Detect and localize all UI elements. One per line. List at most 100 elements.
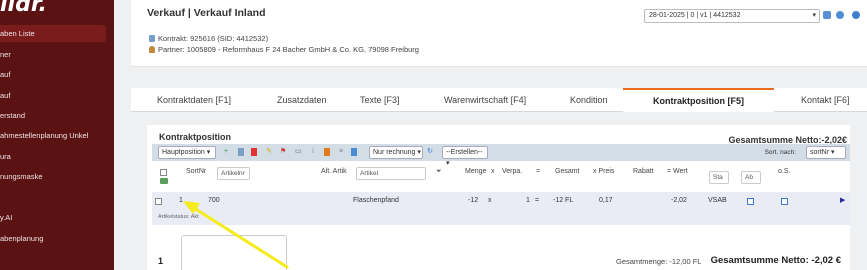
tag-icon[interactable] [324, 148, 330, 156]
filter-icon[interactable]: ⏷ [436, 168, 442, 176]
person-icon [149, 46, 155, 53]
total-quantity: Gesamtmenge: -12,00 FL [616, 257, 702, 266]
row-gesamt: -12 FL [553, 197, 574, 204]
col-eq: = [536, 168, 541, 175]
status-row: Artikelstatus: Akt [152, 211, 850, 225]
artikelnr-filter[interactable]: Artikelnr [217, 167, 250, 180]
app-logo: ildr. [0, 0, 47, 17]
hauptposition-value: Hauptposition [162, 149, 205, 156]
partner-line: Partner: 1005809 - Reformhaus F 24 Bache… [149, 45, 419, 54]
chevron-down-icon: ▾ [812, 12, 816, 19]
sidebar-item[interactable]: nungsmaske [0, 168, 106, 185]
total-net-bottom: Gesamtsumme Netto: -2,02 € [710, 255, 841, 266]
sidebar-item[interactable]: ner [0, 46, 106, 63]
share-icon[interactable] [836, 11, 844, 19]
col-x: x [491, 168, 495, 175]
sort-label: Sort. nach: [764, 149, 796, 156]
position-panel: Kontraktposition Gesamtsumme Netto:-2,02… [147, 125, 850, 270]
tab-kontakt[interactable]: Kontakt [F6] [801, 88, 850, 112]
page-title: Verkauf | Verkauf Inland [147, 7, 266, 19]
comment-icon[interactable]: ▭ [295, 148, 302, 156]
artikel-filter[interactable]: Artikel [356, 167, 426, 180]
excel-icon[interactable] [160, 178, 168, 184]
sidebar-item[interactable]: auf [0, 87, 106, 104]
row-code: VSAB [708, 197, 727, 204]
col-menge: Menge [465, 168, 487, 175]
erstellen-select[interactable]: --Erstellen-- ▾ [442, 146, 488, 167]
sidebar-item[interactable]: abenplanung [0, 230, 106, 247]
version-select-value: 28-01-2025 | 0 | v1 | 4412532 [649, 12, 741, 19]
col-wert: = Wert [667, 168, 688, 175]
add-icon[interactable]: + [223, 148, 229, 156]
contract-icon [149, 35, 155, 42]
tab-zusatzdaten[interactable]: Zusatzdaten [277, 88, 327, 112]
row-x: x [488, 197, 492, 204]
col-sortnr[interactable]: SortNr [186, 168, 206, 175]
contract-line: Kontrakt: 925616 (SID: 4412532) [149, 34, 268, 43]
partner-text: Partner: 1005809 - Reformhaus F 24 Bache… [158, 45, 419, 54]
row-checkbox[interactable] [155, 198, 162, 205]
sidebar-item[interactable]: y.AI [0, 209, 106, 226]
info-icon[interactable]: i [310, 148, 316, 156]
delete-icon[interactable] [251, 148, 257, 156]
memo-textarea[interactable] [181, 235, 287, 270]
sidebar-item[interactable]: ahmestellenplanung Unkel [0, 127, 106, 144]
col-gesamt: Gesamt [555, 168, 580, 175]
version-select[interactable]: 28-01-2025 | 0 | v1 | 4412532 ▾ [644, 9, 820, 23]
status-filter[interactable]: Sta [709, 171, 729, 184]
document-icon[interactable] [351, 148, 357, 156]
ab-placeholder: Ab [745, 174, 753, 181]
row-artikel: Flaschenpfand [353, 197, 399, 204]
copy-icon[interactable] [823, 11, 831, 19]
tab-kontraktdaten[interactable]: Kontraktdaten [F1] [157, 88, 231, 112]
row-wert: -2,02 [671, 197, 687, 204]
page-header: Verkauf | Verkauf Inland Kontrakt: 92561… [131, 0, 867, 67]
sidebar-item[interactable]: erstand [0, 107, 106, 124]
tab-warenwirtschaft[interactable]: Warenwirtschaft [F4] [444, 88, 526, 112]
row-verpa: 1 [526, 197, 530, 204]
sidebar-item[interactable]: auf [0, 66, 106, 83]
section-title: Kontraktposition [159, 132, 231, 142]
nur-rechnung-select[interactable]: Nur rechnung ▾ [369, 146, 423, 159]
hauptposition-select[interactable]: Hauptposition ▾ [158, 146, 216, 159]
tab-bar: Kontraktdaten [F1] Zusatzdaten Texte [F3… [131, 88, 867, 112]
contract-text: Kontrakt: 925616 (SID: 4412532) [158, 34, 269, 43]
sort-select[interactable]: sortNr ▾ [806, 146, 846, 159]
nur-rechnung-value: Nur rechnung [373, 149, 416, 156]
col-verpa: Verpa. [502, 168, 523, 175]
col-rabatt: Rabatt [633, 168, 654, 175]
artikelnr-placeholder: Artikelnr [221, 170, 245, 177]
status-placeholder: Sta [713, 174, 723, 181]
artikel-placeholder: Artikel [360, 170, 379, 177]
col-alt-artik[interactable]: Alt. Artik [321, 168, 347, 175]
edit-icon[interactable]: ✎ [266, 148, 272, 156]
list-icon[interactable]: ≡ [338, 148, 344, 156]
position-number: 1 [158, 256, 164, 266]
artikel-status: Artikelstatus: Akt [158, 214, 199, 220]
tab-kondition[interactable]: Kondition [570, 88, 608, 112]
row-check-a[interactable] [747, 198, 754, 205]
ab-filter[interactable]: Ab [741, 171, 761, 184]
expand-arrow-icon[interactable]: ▶ [840, 196, 845, 204]
erstellen-value: --Erstellen-- [446, 149, 483, 156]
sidebar: ildr. aben Liste ner auf auf erstand ahm… [0, 0, 114, 270]
tab-texte[interactable]: Texte [F3] [360, 88, 400, 112]
col-os: o.S. [778, 168, 791, 175]
select-all-checkbox[interactable] [160, 169, 167, 176]
row-check-b[interactable] [781, 198, 788, 205]
row-menge: -12 [468, 197, 479, 204]
position-toolbar: Hauptposition ▾ + ✎ ⚑ ▭ i ≡ Nur rechnung… [152, 144, 850, 167]
tab-kontraktposition[interactable]: Kontraktposition [F5] [623, 88, 774, 112]
settings-icon[interactable] [852, 11, 860, 19]
refresh-icon[interactable]: ↻ [427, 148, 433, 156]
sidebar-item[interactable]: ura [0, 148, 106, 165]
row-artikelnr: 700 [208, 197, 220, 204]
row-sortnr: 1 [179, 197, 183, 204]
sidebar-item[interactable]: aben Liste [0, 25, 106, 42]
col-preis: x Preis [593, 168, 615, 175]
table-icon[interactable] [238, 148, 244, 156]
flag-icon[interactable]: ⚑ [280, 148, 286, 156]
table-row[interactable]: 1 700 Flaschenpfand -12 x 1 = -12 FL 0,1… [152, 192, 850, 211]
row-eq: = [535, 197, 540, 204]
sort-value: sortNr [810, 149, 830, 156]
